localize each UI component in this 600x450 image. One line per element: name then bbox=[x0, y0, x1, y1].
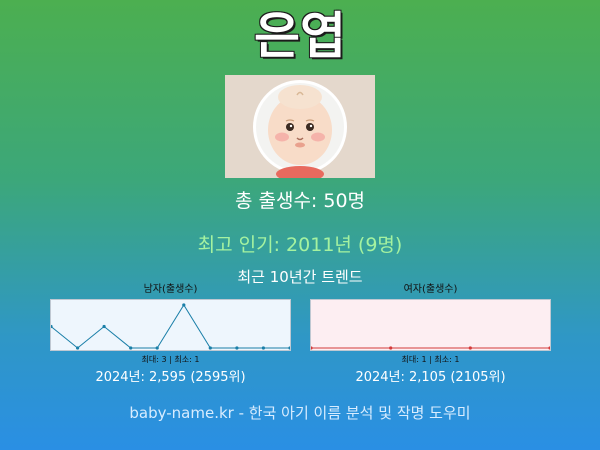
male-data-point bbox=[129, 346, 133, 350]
female-trend-chart bbox=[309, 299, 552, 351]
female-chart-stats: 최대: 1 | 최소: 1 bbox=[401, 355, 460, 364]
baby-name-title: 은엽 bbox=[254, 7, 346, 65]
baby-illustration bbox=[225, 75, 375, 178]
female-chart-title: 여자(출생수) bbox=[403, 284, 458, 295]
male-data-point bbox=[288, 346, 292, 350]
female-trend-svg bbox=[309, 346, 552, 350]
male-data-point bbox=[208, 346, 212, 350]
male-rank-2024: 2024년: 2,595 (2595위) bbox=[95, 370, 246, 385]
male-trend-svg bbox=[49, 303, 292, 350]
site-footer: baby-name.kr - 한국 아기 이름 분석 및 작명 도우미 bbox=[129, 404, 471, 422]
male-chart-stats: 최대: 3 | 최소: 1 bbox=[141, 355, 200, 364]
male-data-point bbox=[155, 346, 159, 350]
female-data-point bbox=[309, 346, 313, 350]
male-data-point bbox=[182, 303, 186, 307]
male-data-point bbox=[261, 346, 265, 350]
female-data-point bbox=[389, 346, 393, 350]
baby-face-icon bbox=[253, 80, 347, 178]
female-data-point bbox=[548, 346, 552, 350]
male-data-point bbox=[235, 346, 239, 350]
peak-popularity: 최고 인기: 2011년 (9명) bbox=[197, 234, 403, 256]
male-data-point bbox=[102, 324, 106, 329]
male-data-point bbox=[76, 346, 80, 350]
female-rank-2024: 2024년: 2,105 (2105위) bbox=[355, 370, 506, 385]
male-trend-chart bbox=[49, 299, 292, 351]
total-births: 총 출생수: 50명 bbox=[234, 190, 366, 212]
female-data-point bbox=[468, 346, 472, 350]
male-chart-title: 남자(출생수) bbox=[143, 284, 198, 295]
male-series-line bbox=[50, 304, 290, 349]
